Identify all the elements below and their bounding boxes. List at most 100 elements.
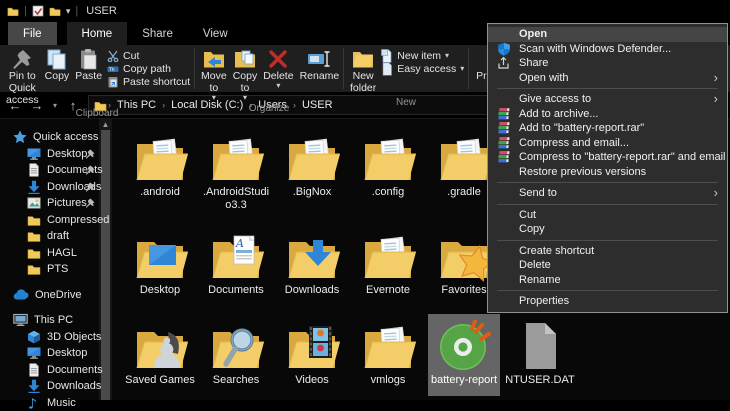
disc-icon xyxy=(428,314,500,372)
computer-icon xyxy=(13,313,28,327)
file-item-label: Evernote xyxy=(352,284,424,297)
file-item-saved-games[interactable]: ♟Saved Games xyxy=(124,314,196,387)
menu-item-add-to-battery-report-rar[interactable]: Add to "battery-report.rar" xyxy=(488,121,727,136)
easy-access-icon xyxy=(381,62,393,76)
paste-shortcut-icon xyxy=(107,76,119,88)
new-folder-button[interactable]: New folder xyxy=(347,46,379,97)
sidebar-item-quick-access[interactable]: Quick access xyxy=(0,129,112,146)
menu-item-open[interactable]: Open xyxy=(488,27,727,42)
qat-customize-caret-icon[interactable]: ▾ xyxy=(66,8,71,14)
new-item-button[interactable]: New item ▾ xyxy=(381,49,464,62)
sidebar-item-documents[interactable]: Documents xyxy=(0,362,112,379)
sidebar-item-desktop[interactable]: Desktop xyxy=(0,345,112,362)
menu-item-properties[interactable]: Properties xyxy=(488,294,727,309)
sidebar-item-onedrive[interactable]: OneDrive xyxy=(0,287,112,304)
file-item--bignox[interactable]: .BigNox xyxy=(276,126,348,199)
file-item-searches[interactable]: Searches xyxy=(200,314,272,387)
menu-item-share[interactable]: Share xyxy=(488,56,727,71)
menu-item-label: Properties xyxy=(519,295,569,307)
sidebar-item-pictures[interactable]: Pictures xyxy=(0,195,112,212)
file-item-videos[interactable]: Videos xyxy=(276,314,348,387)
title-bar: | ▾ | USER xyxy=(0,0,730,22)
move-to-button[interactable]: Move to ▾ xyxy=(198,46,230,103)
window-title: USER xyxy=(86,5,117,17)
group-label-organize: Organize xyxy=(198,103,340,115)
rename-button[interactable]: Rename xyxy=(297,46,343,85)
sidebar-item-pts[interactable]: PTS xyxy=(0,261,112,278)
file-item-label: Desktop xyxy=(124,284,196,297)
defender-icon xyxy=(497,42,519,56)
ribbon-group-new: New folder New item ▾ Easy access ▾ New xyxy=(344,45,468,92)
file-item--android[interactable]: .android xyxy=(124,126,196,199)
pin-to-quick-access-button[interactable]: Pin to Quick access xyxy=(3,46,42,108)
file-item--androidstudio3-3[interactable]: .AndroidStudio3.3 xyxy=(200,126,272,212)
menu-item-rename[interactable]: Rename xyxy=(488,273,727,288)
sidebar-item-compressed[interactable]: Compressed xyxy=(0,212,112,229)
tab-home[interactable]: Home xyxy=(67,22,128,45)
desktop-icon xyxy=(27,346,41,360)
file-item-vmlogs[interactable]: vmlogs xyxy=(352,314,424,387)
menu-item-compress-to-battery-report-rar-and-email[interactable]: Compress to "battery-report.rar" and ema… xyxy=(488,150,727,165)
tab-view[interactable]: View xyxy=(188,22,243,45)
folder-pawn-icon: ♟ xyxy=(124,314,196,372)
delete-button[interactable]: Delete ▾ xyxy=(260,46,296,91)
sidebar-item-desktop[interactable]: Desktop xyxy=(0,146,112,163)
menu-item-compress-and-email[interactable]: Compress and email... xyxy=(488,136,727,151)
folder-search-icon xyxy=(200,314,272,372)
sidebar-item-music[interactable]: ♪Music xyxy=(0,395,112,411)
sidebar-item-draft[interactable]: draft xyxy=(0,228,112,245)
copy-to-icon xyxy=(233,48,257,70)
menu-separator xyxy=(497,240,718,241)
context-menu: OpenScan with Windows Defender...ShareOp… xyxy=(487,23,728,313)
menu-item-cut[interactable]: Cut xyxy=(488,208,727,223)
easy-access-button[interactable]: Easy access ▾ xyxy=(381,62,464,75)
menu-item-copy[interactable]: Copy xyxy=(488,222,727,237)
file-item-evernote[interactable]: Evernote xyxy=(352,224,424,297)
menu-separator xyxy=(497,204,718,205)
menu-icon-spacer xyxy=(497,27,519,41)
sidebar-item-documents[interactable]: Documents xyxy=(0,162,112,179)
sidebar-item-label: Quick access xyxy=(33,131,98,143)
file-item-label: .BigNox xyxy=(276,186,348,199)
share-icon xyxy=(497,56,519,70)
menu-item-label: Restore previous versions xyxy=(519,166,646,178)
file-item-ntuser-dat[interactable]: NTUSER.DAT xyxy=(504,314,576,387)
copy-to-button[interactable]: Copy to ▾ xyxy=(230,46,261,103)
copy-path-button[interactable]: Th Copy path xyxy=(107,62,190,75)
desktop-icon xyxy=(27,147,41,161)
copy-to-label: Copy to xyxy=(233,71,258,95)
file-item-desktop[interactable]: Desktop xyxy=(124,224,196,297)
sidebar-item-3d-objects[interactable]: 3D Objects xyxy=(0,329,112,346)
sidebar-item-downloads[interactable]: Downloads xyxy=(0,378,112,395)
tab-file[interactable]: File xyxy=(8,22,57,45)
paste-button[interactable]: Paste xyxy=(72,46,105,85)
folder-papers-icon xyxy=(124,126,196,184)
menu-item-scan-with-windows-defender[interactable]: Scan with Windows Defender... xyxy=(488,42,727,57)
menu-item-create-shortcut[interactable]: Create shortcut xyxy=(488,244,727,259)
menu-item-open-with[interactable]: Open with› xyxy=(488,71,727,86)
folder-icon xyxy=(27,262,41,276)
file-item-downloads[interactable]: Downloads xyxy=(276,224,348,297)
menu-item-add-to-archive[interactable]: Add to archive... xyxy=(488,107,727,122)
menu-item-restore-previous-versions[interactable]: Restore previous versions xyxy=(488,165,727,180)
pin-icon xyxy=(85,165,95,175)
dropdown-caret-icon: ▾ xyxy=(276,83,280,89)
copy-button[interactable]: Copy xyxy=(42,46,73,85)
menu-item-send-to[interactable]: Send to› xyxy=(488,186,727,201)
tab-share[interactable]: Share xyxy=(127,22,188,45)
qat-properties-icon[interactable] xyxy=(32,5,44,17)
folder-papers-icon xyxy=(352,224,424,282)
file-item--config[interactable]: .config xyxy=(352,126,424,199)
menu-item-label: Open with xyxy=(519,72,569,84)
file-item-battery-report[interactable]: battery-report xyxy=(428,314,500,396)
sidebar-item-downloads[interactable]: Downloads xyxy=(0,179,112,196)
file-item-documents[interactable]: ADocuments xyxy=(200,224,272,297)
pin-icon xyxy=(85,149,95,159)
paste-shortcut-button[interactable]: Paste shortcut xyxy=(107,75,190,88)
qat-new-folder-icon[interactable] xyxy=(49,5,61,17)
cut-button[interactable]: Cut xyxy=(107,49,190,62)
menu-item-delete[interactable]: Delete xyxy=(488,258,727,273)
menu-item-give-access-to[interactable]: Give access to› xyxy=(488,92,727,107)
sidebar-item-hagl[interactable]: HAGL xyxy=(0,245,112,262)
sidebar-item-this-pc[interactable]: This PC xyxy=(0,312,112,329)
